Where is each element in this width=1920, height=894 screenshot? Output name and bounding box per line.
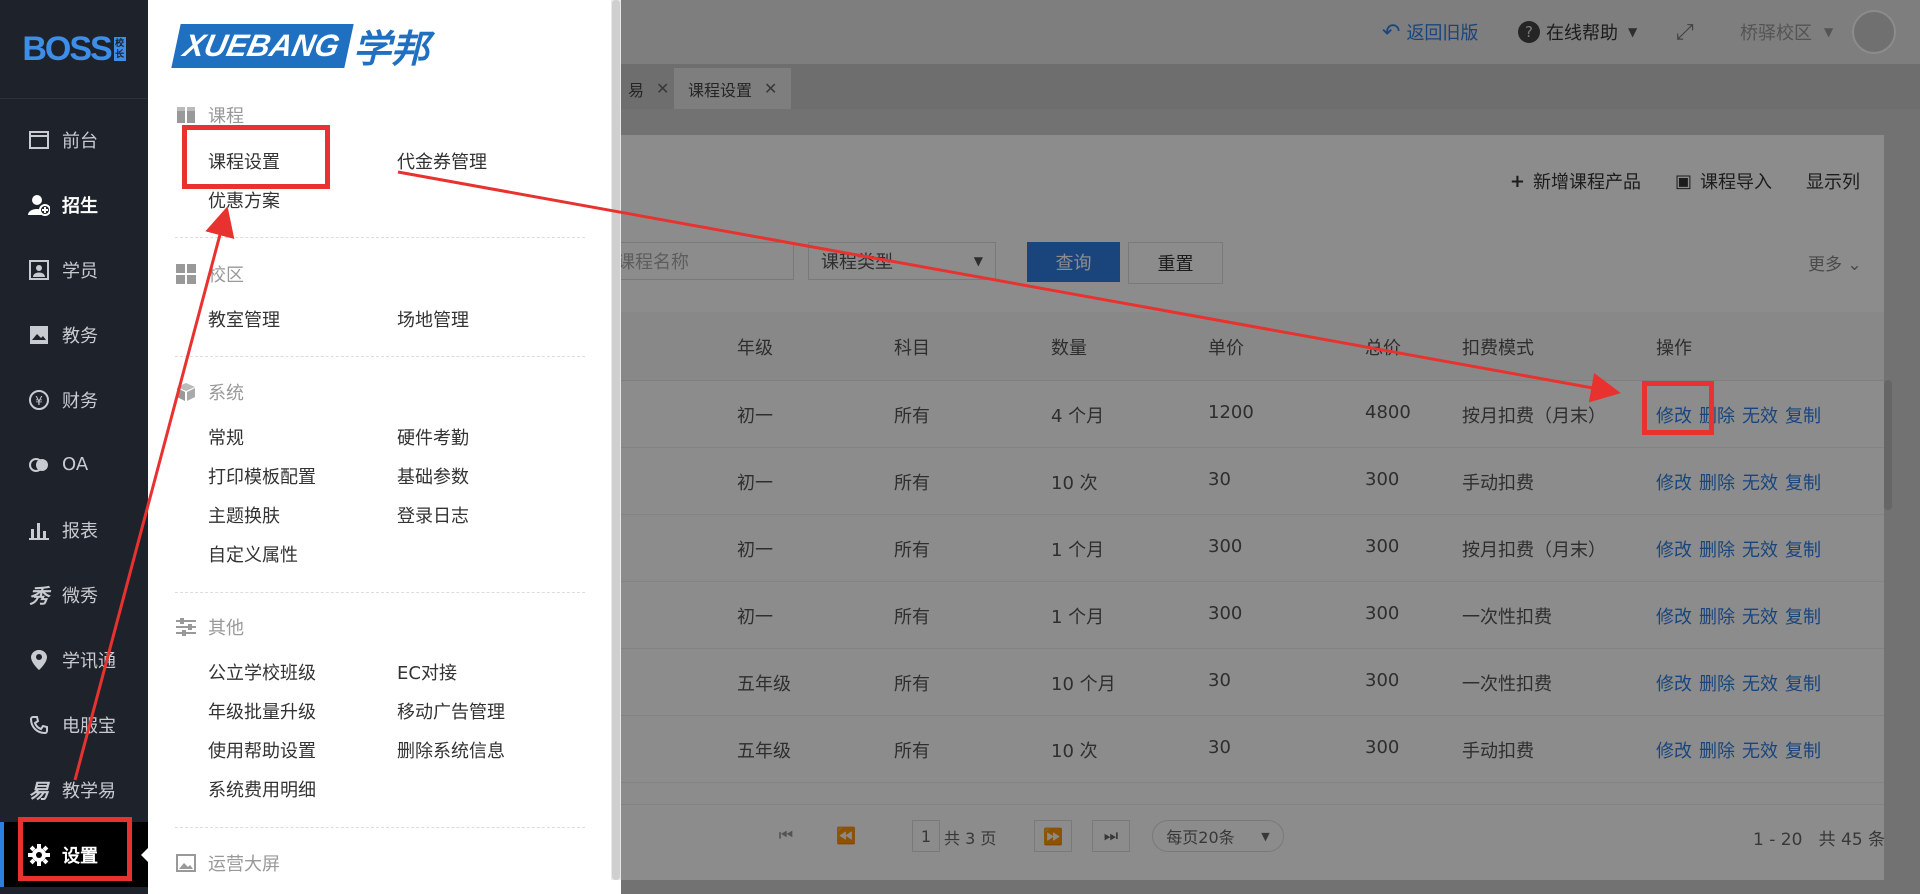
menu-link-custom-attributes[interactable]: 自定义属性 xyxy=(208,541,298,567)
boss-logo[interactable]: BOSS 校长 xyxy=(0,0,148,99)
oa-icon xyxy=(28,454,50,476)
sidebar-item-label: 前台 xyxy=(62,130,98,152)
menu-link-hardware-attendance[interactable]: 硬件考勤 xyxy=(397,424,469,450)
section-title-text: 系统 xyxy=(208,383,244,404)
section-title-text: 其他 xyxy=(208,618,244,639)
flyout-scrollbar[interactable] xyxy=(611,0,621,880)
sidebar-item-reports[interactable]: 报表 xyxy=(0,497,148,562)
sidebar-item-frontdesk[interactable]: 前台 xyxy=(0,107,148,172)
xuebang-logo: XUEBANG 学邦 xyxy=(171,18,430,73)
menu-link-general[interactable]: 常规 xyxy=(208,424,244,450)
section-divider xyxy=(175,237,585,238)
sidebar-item-dianfubao[interactable]: 电服宝 xyxy=(0,692,148,757)
annotation-box-edit xyxy=(1642,381,1714,435)
section-title-text: 运营大屏 xyxy=(208,854,280,875)
section-system-title: 系统 xyxy=(176,379,244,405)
sidebar-item-label: 报表 xyxy=(62,520,98,542)
sidebar-item-label: 微秀 xyxy=(62,585,98,607)
image-icon xyxy=(176,853,196,873)
logo-text: BOSS xyxy=(22,29,112,68)
menu-link-grade-batch-upgrade[interactable]: 年级批量升级 xyxy=(208,698,316,724)
phone-icon xyxy=(28,714,50,736)
sidebar-item-jiaoxueyi[interactable]: 易 教学易 xyxy=(0,757,148,822)
menu-link-basic-params[interactable]: 基础参数 xyxy=(397,463,469,489)
logo-badge: 校长 xyxy=(113,37,126,61)
brand-cn: 学邦 xyxy=(353,27,430,71)
user-add-icon xyxy=(28,194,50,216)
sidebar-item-label: 教学易 xyxy=(62,780,116,802)
sidebar-item-enrollment[interactable]: 招生 xyxy=(0,172,148,237)
menu-link-login-log[interactable]: 登录日志 xyxy=(397,502,469,528)
section-campus-title: 校区 xyxy=(176,261,244,287)
sidebar-item-label: 电服宝 xyxy=(62,715,116,737)
id-card-icon xyxy=(28,259,50,281)
scrollbar-thumb[interactable] xyxy=(612,0,620,880)
yen-icon: ¥ xyxy=(28,389,50,411)
menu-link-mobile-ads[interactable]: 移动广告管理 xyxy=(397,698,505,724)
menu-link-voucher-management[interactable]: 代金券管理 xyxy=(397,148,487,174)
section-divider xyxy=(175,827,585,828)
section-operations-dashboard-title[interactable]: 运营大屏 xyxy=(176,850,280,876)
teaching-icon: 易 xyxy=(29,779,49,803)
menu-link-print-template[interactable]: 打印模板配置 xyxy=(208,463,316,489)
sidebar-item-xuexuntong[interactable]: 学讯通 xyxy=(0,627,148,692)
section-other-title: 其他 xyxy=(176,614,244,640)
sidebar-item-label: 教务 xyxy=(62,325,98,347)
bar-chart-icon xyxy=(28,519,50,541)
menu-link-venue-management[interactable]: 场地管理 xyxy=(397,306,469,332)
picture-book-icon xyxy=(28,324,50,346)
browser-icon xyxy=(28,129,50,151)
menu-link-ec-integration[interactable]: EC对接 xyxy=(397,659,457,685)
menu-link-public-school-classes[interactable]: 公立学校班级 xyxy=(208,659,316,685)
menu-link-system-fee-details[interactable]: 系统费用明细 xyxy=(208,776,316,802)
sidebar-item-weixiu[interactable]: 秀 微秀 xyxy=(0,562,148,627)
svg-text:¥: ¥ xyxy=(35,394,43,408)
sidebar-item-label: 学员 xyxy=(62,260,98,282)
annotation-box-course-settings xyxy=(182,125,330,189)
menu-link-theme[interactable]: 主题换肤 xyxy=(208,502,280,528)
sidebar-item-label: OA xyxy=(62,454,89,475)
sidebar-item-label: 财务 xyxy=(62,390,98,412)
gift-icon xyxy=(176,105,196,125)
location-icon xyxy=(28,649,50,671)
section-divider xyxy=(175,356,585,357)
sidebar-item-label: 学讯通 xyxy=(62,650,116,672)
menu-link-help-settings[interactable]: 使用帮助设置 xyxy=(208,737,316,763)
sidebar: BOSS 校长 前台 招生 学员 教务 ¥ 财务 OA 报表 秀 微秀 学讯通 … xyxy=(0,0,149,894)
cube-icon xyxy=(176,382,196,402)
menu-link-delete-system-info[interactable]: 删除系统信息 xyxy=(397,737,505,763)
annotation-box-settings xyxy=(18,817,132,881)
grid-icon xyxy=(176,264,196,284)
sidebar-item-academic[interactable]: 教务 xyxy=(0,302,148,367)
sidebar-item-students[interactable]: 学员 xyxy=(0,237,148,302)
menu-link-classroom-management[interactable]: 教室管理 xyxy=(208,306,280,332)
section-title-text: 校区 xyxy=(208,265,244,286)
sidebar-item-oa[interactable]: OA xyxy=(0,432,148,497)
sidebar-item-finance[interactable]: ¥ 财务 xyxy=(0,367,148,432)
section-divider xyxy=(175,592,585,593)
sidebar-item-label: 招生 xyxy=(62,195,98,217)
brand-latin: XUEBANG xyxy=(171,23,354,68)
sliders-icon xyxy=(176,617,196,637)
menu-link-discount-plans[interactable]: 优惠方案 xyxy=(208,187,280,213)
weixiu-icon: 秀 xyxy=(29,584,49,608)
